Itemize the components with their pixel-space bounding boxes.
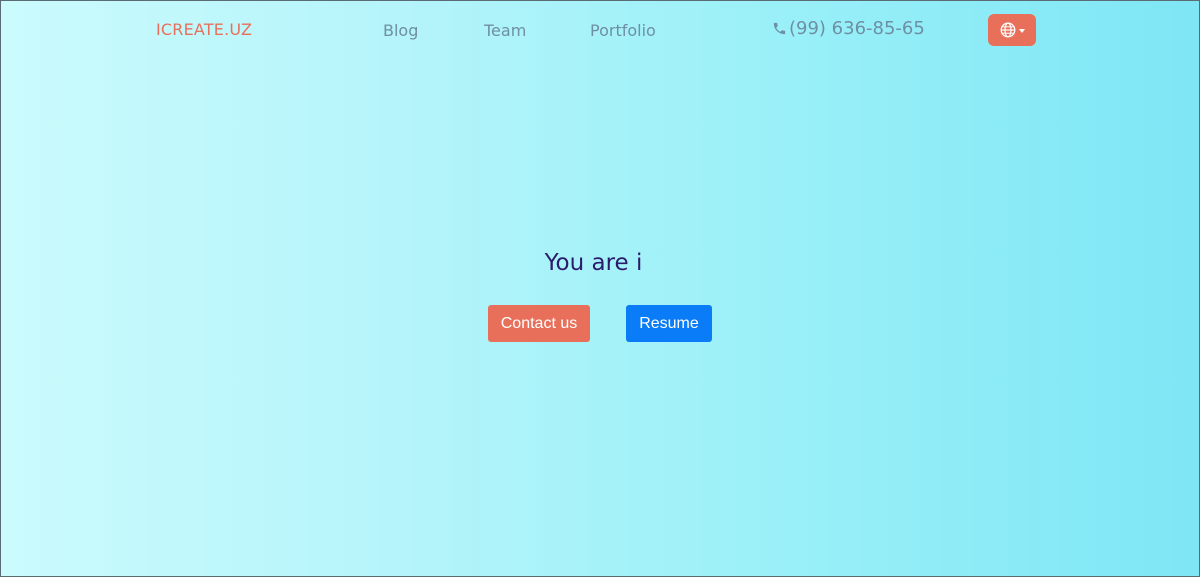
nav-link-portfolio[interactable]: Portfolio bbox=[590, 21, 656, 40]
page-frame bbox=[0, 0, 1200, 577]
resume-button[interactable]: Resume bbox=[626, 305, 712, 342]
chevron-down-icon bbox=[1018, 29, 1025, 33]
nav-link-blog[interactable]: Blog bbox=[383, 21, 418, 40]
phone-link[interactable]: (99) 636-85-65 bbox=[772, 18, 925, 39]
nav-link-team[interactable]: Team bbox=[484, 21, 526, 40]
language-dropdown-button[interactable] bbox=[988, 14, 1036, 46]
globe-icon bbox=[1000, 22, 1016, 38]
phone-icon bbox=[772, 21, 787, 36]
phone-number: (99) 636-85-65 bbox=[789, 18, 925, 39]
contact-us-button[interactable]: Contact us bbox=[488, 305, 590, 342]
brand-logo[interactable]: ICREATE.UZ bbox=[156, 20, 252, 39]
hero-title: You are i bbox=[544, 250, 643, 276]
navbar: ICREATE.UZ Blog Team Portfolio (99) 636-… bbox=[0, 0, 1200, 62]
